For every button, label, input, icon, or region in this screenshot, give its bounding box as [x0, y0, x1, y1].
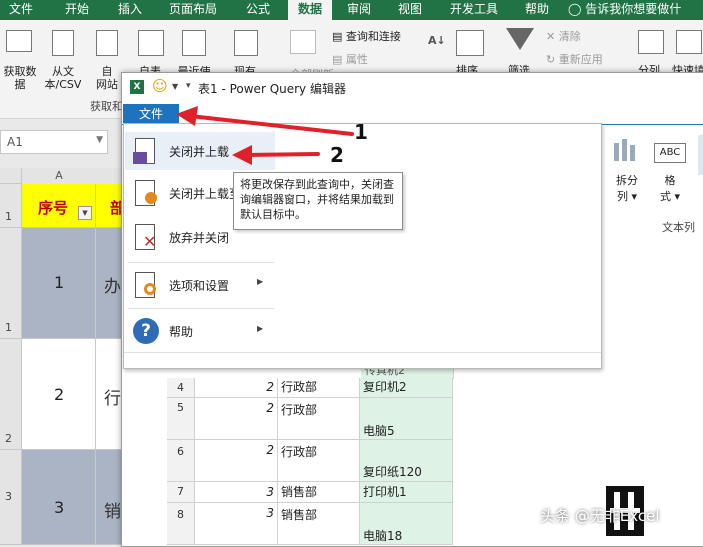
annotation-number-1: 1: [354, 120, 368, 144]
arrow-1: [176, 106, 354, 136]
arrow-2: [232, 145, 320, 165]
watermark-text: 头条 @无非Excel: [540, 507, 660, 525]
annotation-arrows: [176, 106, 354, 165]
annotation-number-2: 2: [330, 143, 344, 167]
